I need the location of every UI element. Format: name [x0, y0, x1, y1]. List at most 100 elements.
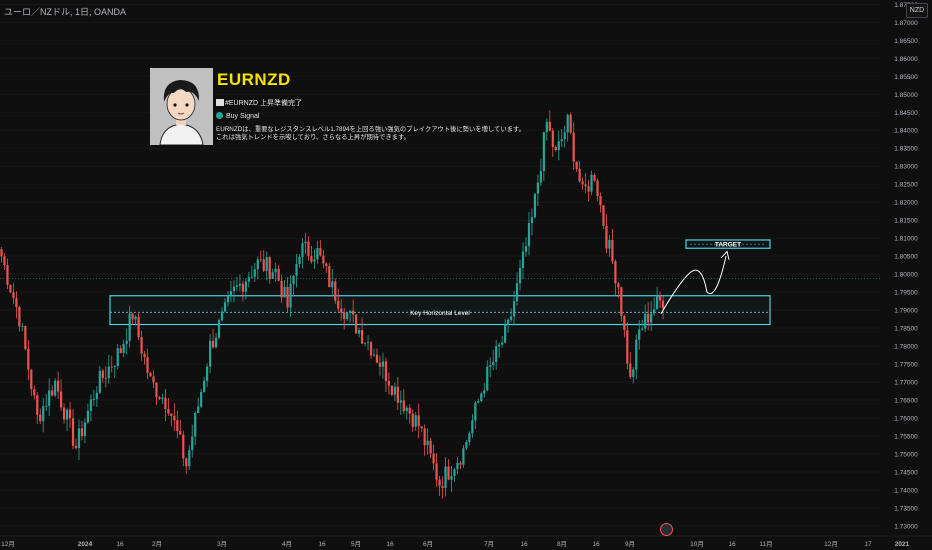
candle-body	[274, 268, 277, 273]
candle-body	[128, 313, 131, 341]
candle-body	[405, 407, 408, 412]
price-tick-label: 1.83000	[894, 164, 918, 171]
candle-body	[42, 406, 45, 422]
candle-body	[9, 284, 12, 293]
candle-body	[393, 386, 396, 395]
candle-body	[611, 239, 614, 262]
time-tick-label: 3月	[217, 540, 227, 548]
candle-body	[104, 377, 107, 379]
time-tick-label: 17	[864, 541, 872, 548]
candle-body	[533, 193, 537, 218]
candle-body	[122, 343, 125, 353]
candle-body	[77, 428, 81, 449]
candle-body	[33, 389, 36, 396]
candle-body	[179, 431, 182, 435]
candle-body	[68, 409, 72, 419]
candle-body	[429, 440, 432, 454]
candle-body	[599, 196, 602, 206]
levels: Key Horizontal Level TARGET	[109, 239, 771, 326]
candle-body	[131, 313, 134, 320]
candle-body	[36, 395, 39, 415]
candle-body	[86, 410, 90, 423]
candle-body	[492, 361, 495, 366]
candle-body	[384, 361, 388, 381]
time-tick-label: 9月	[625, 540, 635, 548]
candle-body	[462, 448, 465, 465]
candle-body	[605, 225, 608, 249]
candle-body	[3, 256, 6, 266]
candle-body	[289, 284, 292, 308]
candle-body	[301, 243, 304, 258]
candle-body	[271, 272, 274, 279]
candle-body	[60, 391, 63, 408]
candle-body	[143, 353, 146, 358]
candle-body	[402, 400, 405, 412]
candle-body	[629, 363, 632, 377]
candle-body	[155, 382, 158, 398]
candle-body	[647, 313, 650, 323]
price-tick-label: 1.82500	[894, 182, 918, 189]
price-tick-label: 1.77000	[894, 380, 918, 387]
candle-body	[110, 366, 113, 368]
candle-body	[54, 380, 57, 396]
candle-body	[521, 251, 525, 268]
candle-body	[509, 316, 513, 320]
candle-body	[372, 354, 376, 356]
price-tick-label: 1.76000	[894, 416, 918, 423]
candle-body	[307, 241, 310, 256]
candle-body	[164, 397, 167, 409]
candle-body	[262, 259, 265, 271]
price-tick-label: 1.75500	[894, 434, 918, 441]
candle-body	[563, 132, 566, 140]
candle-body	[167, 408, 170, 414]
candle-body	[578, 169, 581, 182]
candle-body	[313, 259, 316, 262]
description: EURNZDは、重要なレジスタンスレベル1.7894を上回る強い強気のブレイクア…	[216, 126, 525, 142]
price-tick-label: 1.84500	[894, 110, 918, 117]
candle-body	[343, 312, 346, 320]
setup-line: #EURNZD 上昇準備完了	[216, 98, 302, 108]
time-tick-label: 2021	[895, 541, 910, 548]
symbol-line: ユーロ／NZドル, 1日, OANDA	[4, 7, 127, 17]
candle-body	[483, 390, 486, 394]
candle-body	[411, 413, 414, 427]
candle-body	[632, 369, 635, 377]
candle-body	[557, 141, 560, 151]
time-tick-label: 16	[520, 541, 528, 548]
candle-body	[623, 316, 626, 331]
candle-body	[214, 337, 218, 348]
candle-body	[435, 463, 438, 480]
candle-body	[0, 249, 3, 257]
candle-body	[27, 348, 30, 370]
candle-body	[366, 342, 370, 344]
candle-body	[232, 286, 236, 292]
target-label: TARGET	[715, 241, 741, 248]
candle-body	[268, 257, 271, 279]
candle-body	[349, 310, 352, 313]
tradingview-logo-icon[interactable]	[660, 523, 673, 536]
time-tick-label: 16	[728, 541, 736, 548]
candle-body	[658, 296, 662, 301]
candle-body	[381, 361, 385, 367]
candle-body	[545, 121, 548, 133]
candle-body	[471, 420, 474, 434]
candle-body	[322, 255, 325, 264]
price-tick-label: 1.84000	[894, 128, 918, 135]
candle-body	[575, 161, 578, 170]
candle-body	[414, 415, 417, 427]
price-tick-label: 1.75000	[894, 452, 918, 459]
price-tick-label: 1.74000	[894, 488, 918, 495]
candle-body	[617, 283, 620, 288]
candle-body	[45, 405, 48, 407]
candle-body	[432, 453, 435, 464]
candle-body	[152, 376, 155, 383]
candle-body	[200, 391, 203, 407]
candle-body	[337, 300, 340, 309]
candle-body	[489, 365, 492, 367]
candle-body	[390, 385, 393, 395]
candle-body	[191, 436, 194, 451]
time-tick-label: 16	[116, 541, 124, 548]
candle-body	[140, 337, 143, 354]
currency-button[interactable]: NZD	[906, 3, 928, 18]
candle-body	[653, 309, 656, 314]
